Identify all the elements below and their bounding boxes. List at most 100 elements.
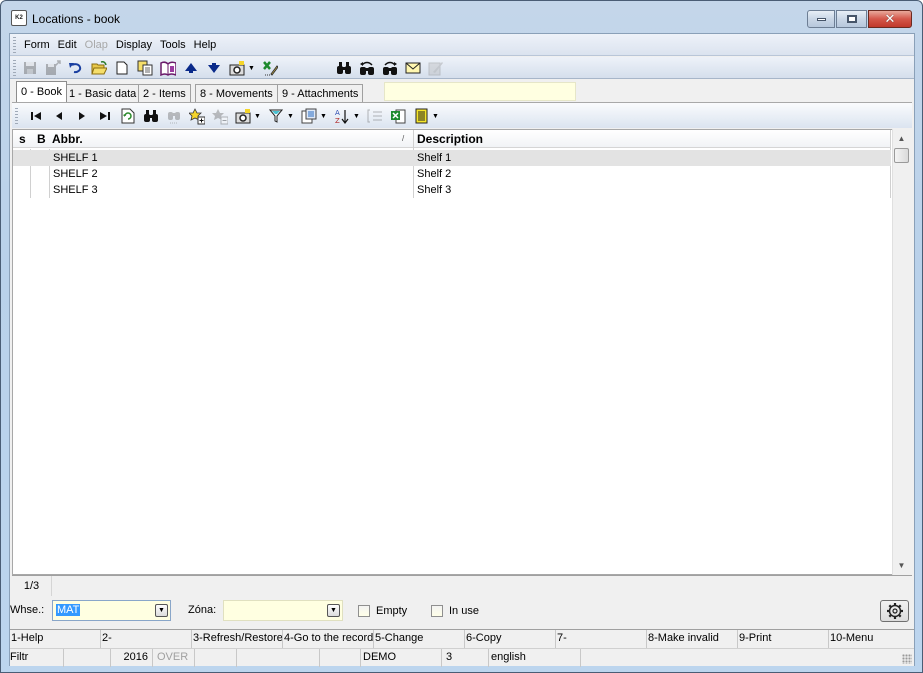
whse-value: MAT (56, 604, 81, 616)
status-number: 3 (442, 649, 489, 667)
copy-icon[interactable] (137, 60, 153, 76)
column-header-description[interactable]: Description (417, 132, 483, 146)
find-next-icon[interactable] (382, 60, 398, 76)
fkey-go-to-record[interactable]: 4-Go to the record (283, 630, 374, 648)
status-language: english (489, 649, 581, 667)
mail-icon[interactable] (405, 60, 421, 76)
column-header-b[interactable]: B (37, 132, 46, 146)
toolbar-grip[interactable] (13, 37, 16, 53)
cell-description: Shelf 1 (417, 152, 452, 164)
scroll-thumb[interactable] (894, 148, 909, 163)
maximize-button[interactable] (836, 10, 867, 28)
zona-combo[interactable]: ▼ (223, 600, 343, 621)
notes-icon (428, 60, 444, 76)
scroll-down-icon[interactable]: ▼ (893, 557, 910, 574)
whse-label: Whse.: (10, 604, 45, 616)
fkey-menu[interactable]: 10-Menu (829, 630, 914, 648)
tab-movements[interactable]: 8 - Movements (195, 84, 278, 102)
cell-description: Shelf 3 (417, 184, 452, 196)
main-toolbar: ▼ (10, 57, 914, 79)
cell-description: Shelf 2 (417, 168, 452, 180)
tab-items[interactable]: 2 - Items (138, 84, 191, 102)
arrow-down-icon[interactable] (206, 60, 222, 76)
previous-record-icon[interactable] (51, 108, 67, 124)
fkey-print[interactable]: 9-Print (738, 630, 829, 648)
fkey-change[interactable]: 5-Change (374, 630, 465, 648)
toolbar-grip[interactable] (15, 108, 18, 124)
new-document-icon[interactable] (114, 60, 130, 76)
status-bar: Filtr 2016 OVER DEMO 3 english (10, 648, 914, 667)
menu-tools[interactable]: Tools (160, 39, 186, 51)
maximize-icon (846, 15, 857, 23)
find-icon[interactable] (336, 60, 352, 76)
zona-label: Zóna: (188, 604, 217, 616)
window-title: Locations - book (32, 12, 121, 26)
camera-dropdown-icon[interactable]: ▼ (248, 60, 255, 76)
refresh-icon[interactable] (120, 108, 136, 124)
report-icon[interactable] (413, 108, 429, 124)
column-setup-icon[interactable] (301, 108, 317, 124)
camera-dropdown-icon[interactable]: ▼ (254, 108, 261, 124)
tab-book[interactable]: 0 - Book (16, 81, 67, 102)
find-icon[interactable] (143, 108, 159, 124)
menu-form[interactable]: Form (24, 39, 50, 51)
minimize-button[interactable] (807, 10, 835, 28)
minimize-icon (816, 17, 826, 21)
report-dropdown-icon[interactable]: ▼ (432, 108, 439, 124)
toolbar-grip[interactable] (13, 60, 16, 76)
menu-edit[interactable]: Edit (58, 39, 77, 51)
fkey-refresh-restore[interactable]: 3-Refresh/Restore (192, 630, 283, 648)
fkey-7[interactable]: 7- (556, 630, 647, 648)
whse-combo[interactable]: MAT ▼ (52, 600, 171, 621)
empty-label[interactable]: Empty (376, 605, 407, 617)
table-row[interactable]: SHELF 1 Shelf 1 (13, 150, 891, 166)
fkey-copy[interactable]: 6-Copy (465, 630, 556, 648)
app-logo-icon: K2 (11, 10, 27, 26)
table-row[interactable]: SHELF 2 Shelf 2 (13, 166, 891, 182)
menu-display[interactable]: Display (116, 39, 152, 51)
fkey-2[interactable]: 2- (101, 630, 192, 648)
next-record-icon[interactable] (74, 108, 90, 124)
excel-icon[interactable] (390, 108, 406, 124)
gear-icon (886, 603, 903, 619)
chevron-down-icon[interactable]: ▼ (155, 604, 168, 617)
scroll-up-icon[interactable]: ▲ (893, 130, 910, 147)
chevron-down-icon[interactable]: ▼ (327, 604, 340, 617)
save-icon (22, 60, 38, 76)
excel-export-icon[interactable] (262, 60, 278, 76)
column-setup-dropdown-icon[interactable]: ▼ (320, 108, 327, 124)
tab-basic-data[interactable]: 1 - Basic data (64, 84, 142, 102)
in-use-checkbox[interactable] (431, 605, 443, 617)
fkey-help[interactable]: 1-Help (10, 630, 101, 648)
tab-attachments[interactable]: 9 - Attachments (277, 84, 364, 102)
close-button[interactable]: ✕ (868, 10, 912, 28)
cell-abbr: SHELF 1 (53, 152, 98, 164)
filter-dropdown-icon[interactable]: ▼ (287, 108, 294, 124)
column-header-abbr[interactable]: Abbr. (52, 132, 83, 146)
filter-icon[interactable] (268, 108, 284, 124)
book-icon[interactable] (160, 60, 176, 76)
sort-indicator: / (402, 134, 405, 143)
first-record-icon[interactable] (28, 108, 44, 124)
vertical-scrollbar[interactable]: ▲ ▼ (892, 129, 910, 575)
in-use-label[interactable]: In use (449, 605, 479, 617)
fkey-make-invalid[interactable]: 8-Make invalid (647, 630, 738, 648)
empty-checkbox[interactable] (358, 605, 370, 617)
add-to-selection-icon[interactable] (189, 107, 205, 124)
settings-button[interactable] (880, 600, 909, 622)
column-header-s[interactable]: s (19, 132, 26, 146)
menu-help[interactable]: Help (194, 39, 217, 51)
undo-icon[interactable] (68, 60, 84, 76)
last-record-icon[interactable] (97, 108, 113, 124)
camera-icon[interactable] (229, 60, 245, 76)
sort-icon[interactable]: AZ (334, 108, 350, 124)
title-bar[interactable]: K2 Locations - book ✕ (1, 1, 922, 35)
info-field (384, 82, 576, 101)
arrow-up-icon[interactable] (183, 60, 199, 76)
open-folder-icon[interactable] (91, 60, 107, 76)
sort-dropdown-icon[interactable]: ▼ (353, 108, 360, 124)
camera-icon[interactable] (235, 108, 251, 124)
table-row[interactable]: SHELF 3 Shelf 3 (13, 182, 891, 198)
resize-grip[interactable] (902, 654, 912, 664)
find-previous-icon[interactable] (359, 60, 375, 76)
